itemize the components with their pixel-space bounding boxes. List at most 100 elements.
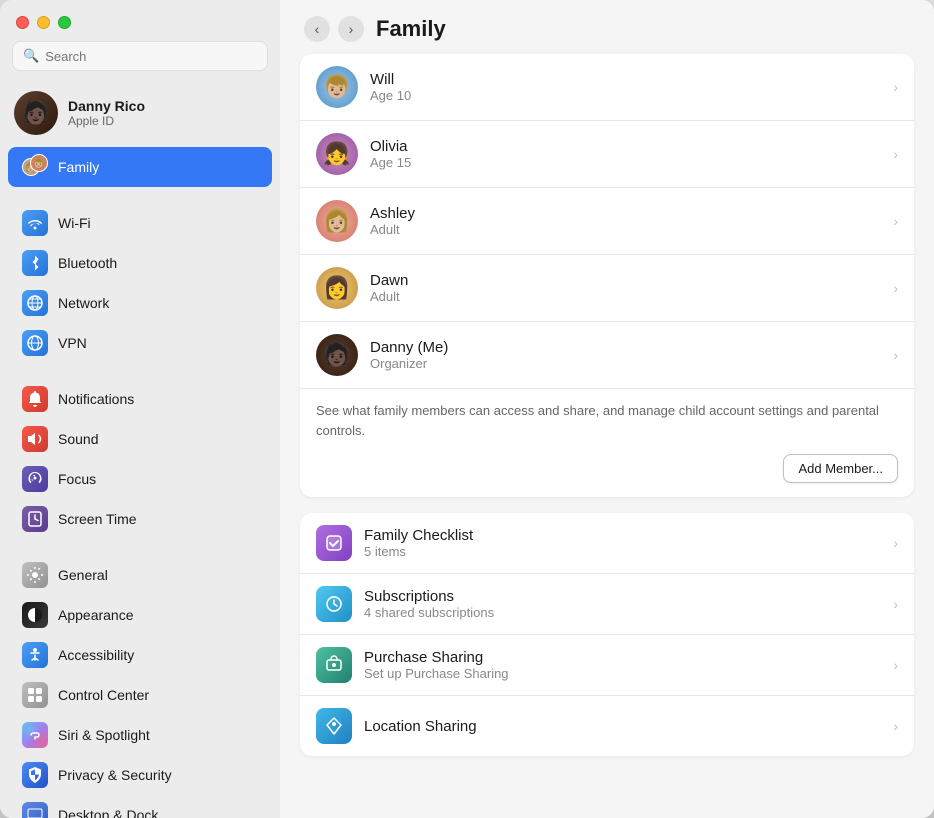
- member-role: Organizer: [370, 356, 881, 371]
- sidebar-item-accessibility[interactable]: Accessibility: [8, 635, 272, 675]
- sidebar-item-label: Notifications: [58, 391, 134, 407]
- privacy-icon: [22, 762, 48, 788]
- sidebar-item-label: VPN: [58, 335, 87, 351]
- general-icon: [22, 562, 48, 588]
- sidebar-item-notifications[interactable]: Notifications: [8, 379, 272, 419]
- wifi-icon: [22, 210, 48, 236]
- chevron-right-icon: ›: [893, 718, 898, 734]
- vpn-icon: [22, 330, 48, 356]
- purchase-sharing-icon: [316, 647, 352, 683]
- back-button[interactable]: ‹: [304, 16, 330, 42]
- feature-subtitle: 4 shared subscriptions: [364, 605, 881, 620]
- member-role: Adult: [370, 289, 881, 304]
- content-area: 👦🏼 Will Age 10 › 👧 Olivia Age 15 ›: [280, 54, 934, 818]
- chevron-right-icon: ›: [893, 79, 898, 95]
- maximize-button[interactable]: [58, 16, 71, 29]
- feature-subtitle: Set up Purchase Sharing: [364, 666, 881, 681]
- sidebar-item-label: Wi-Fi: [58, 215, 91, 231]
- member-name: Ashley: [370, 205, 881, 222]
- control-center-icon: [22, 682, 48, 708]
- family-icon: 👩🏼 👦🏼: [22, 154, 48, 180]
- member-row[interactable]: 👩🏼 Ashley Adult ›: [300, 188, 914, 255]
- chevron-right-icon: ›: [893, 535, 898, 551]
- user-name: Danny Rico: [68, 98, 145, 114]
- notifications-icon: [22, 386, 48, 412]
- feature-row[interactable]: Family Checklist 5 items ›: [300, 513, 914, 574]
- sidebar-item-siri[interactable]: Siri & Spotlight: [8, 715, 272, 755]
- feature-name: Purchase Sharing: [364, 649, 881, 666]
- sidebar-item-label: Control Center: [58, 687, 149, 703]
- sidebar-item-appearance[interactable]: Appearance: [8, 595, 272, 635]
- avatar: 🧑🏿: [316, 334, 358, 376]
- chevron-right-icon: ›: [893, 347, 898, 363]
- main-content: ‹ › Family 👦🏼 Will Age 10 › 👧: [280, 0, 934, 818]
- sidebar-item-privacy[interactable]: Privacy & Security: [8, 755, 272, 795]
- feature-row[interactable]: Location Sharing ›: [300, 696, 914, 756]
- sidebar-item-screen-time[interactable]: Screen Time: [8, 499, 272, 539]
- members-card: 👦🏼 Will Age 10 › 👧 Olivia Age 15 ›: [300, 54, 914, 497]
- sidebar-item-focus[interactable]: Focus: [8, 459, 272, 499]
- desktop-icon: [22, 802, 48, 818]
- sidebar-item-label: Network: [58, 295, 109, 311]
- sidebar-item-bluetooth[interactable]: Bluetooth: [8, 243, 272, 283]
- page-title: Family: [376, 16, 446, 42]
- subscriptions-icon: [316, 586, 352, 622]
- sidebar-item-family[interactable]: 👩🏼 👦🏼 Family: [8, 147, 272, 187]
- avatar: 👦🏼: [316, 66, 358, 108]
- sidebar-item-label: Family: [58, 159, 99, 175]
- checklist-icon: [316, 525, 352, 561]
- member-name: Danny (Me): [370, 339, 881, 356]
- user-profile[interactable]: 🧑🏿 Danny Rico Apple ID: [0, 83, 280, 143]
- bluetooth-icon: [22, 250, 48, 276]
- network-icon: [22, 290, 48, 316]
- chevron-right-icon: ›: [893, 596, 898, 612]
- search-box[interactable]: 🔍: [12, 41, 268, 71]
- chevron-right-icon: ›: [893, 146, 898, 162]
- feature-name: Subscriptions: [364, 588, 881, 605]
- features-card: Family Checklist 5 items ›: [300, 513, 914, 756]
- member-name: Dawn: [370, 272, 881, 289]
- feature-subtitle: 5 items: [364, 544, 881, 559]
- sidebar-item-wifi[interactable]: Wi-Fi: [8, 203, 272, 243]
- member-row[interactable]: 👧 Olivia Age 15 ›: [300, 121, 914, 188]
- member-row[interactable]: 👦🏼 Will Age 10 ›: [300, 54, 914, 121]
- minimize-button[interactable]: [37, 16, 50, 29]
- feature-name: Location Sharing: [364, 718, 881, 735]
- feature-row[interactable]: Purchase Sharing Set up Purchase Sharing…: [300, 635, 914, 696]
- sidebar-item-label: Focus: [58, 471, 96, 487]
- forward-button[interactable]: ›: [338, 16, 364, 42]
- sidebar-item-label: Bluetooth: [58, 255, 117, 271]
- sidebar-item-sound[interactable]: Sound: [8, 419, 272, 459]
- feature-row[interactable]: Subscriptions 4 shared subscriptions ›: [300, 574, 914, 635]
- screen-time-icon: [22, 506, 48, 532]
- sidebar-item-label: Accessibility: [58, 647, 134, 663]
- add-member-button[interactable]: Add Member...: [783, 454, 898, 483]
- search-input[interactable]: [45, 49, 257, 64]
- member-row[interactable]: 👩 Dawn Adult ›: [300, 255, 914, 322]
- member-name: Olivia: [370, 138, 881, 155]
- avatar: 👩🏼: [316, 200, 358, 242]
- sidebar-item-vpn[interactable]: VPN: [8, 323, 272, 363]
- search-icon: 🔍: [23, 48, 39, 64]
- avatar: 👧: [316, 133, 358, 175]
- sidebar-item-label: General: [58, 567, 108, 583]
- close-button[interactable]: [16, 16, 29, 29]
- traffic-lights: [0, 0, 280, 41]
- main-header: ‹ › Family: [280, 0, 934, 54]
- sidebar-item-label: Privacy & Security: [58, 767, 172, 783]
- member-row[interactable]: 🧑🏿 Danny (Me) Organizer ›: [300, 322, 914, 389]
- chevron-right-icon: ›: [893, 213, 898, 229]
- member-name: Will: [370, 71, 881, 88]
- avatar: 🧑🏿: [14, 91, 58, 135]
- sidebar: 🔍 🧑🏿 Danny Rico Apple ID 👩🏼 👦🏼 Family: [0, 0, 280, 818]
- accessibility-icon: [22, 642, 48, 668]
- sidebar-item-control-center[interactable]: Control Center: [8, 675, 272, 715]
- sidebar-item-label: Sound: [58, 431, 98, 447]
- sidebar-item-general[interactable]: General: [8, 555, 272, 595]
- sidebar-item-label: Siri & Spotlight: [58, 727, 150, 743]
- chevron-right-icon: ›: [893, 657, 898, 673]
- sound-icon: [22, 426, 48, 452]
- sidebar-item-desktop[interactable]: Desktop & Dock: [8, 795, 272, 818]
- sidebar-item-label: Screen Time: [58, 511, 137, 527]
- sidebar-item-network[interactable]: Network: [8, 283, 272, 323]
